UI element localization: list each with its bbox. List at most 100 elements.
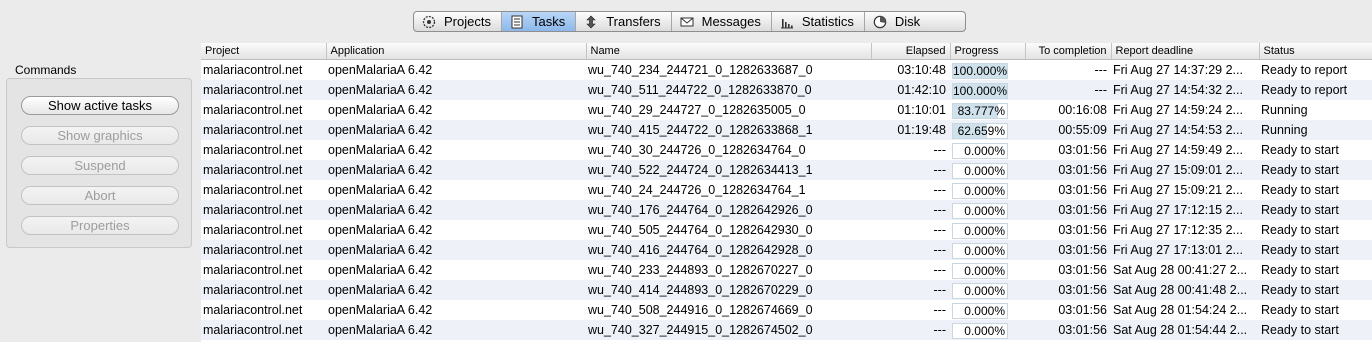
cell-elapsed: ---: [933, 223, 947, 237]
cell-name: wu_740_505_244764_0_1282642930_0: [588, 223, 813, 237]
cell-report-deadline: Sat Aug 28 01:54:24 2...: [1113, 303, 1248, 317]
abort-button[interactable]: Abort: [21, 186, 179, 205]
progress-text: 0.000%: [964, 263, 1005, 278]
table-row[interactable]: malariacontrol.net openMalariaA 6.42 wu_74…: [201, 300, 1372, 320]
table-row[interactable]: malariacontrol.net openMalariaA 6.42 wu_74…: [201, 320, 1372, 340]
cell-application: openMalariaA 6.42: [328, 63, 433, 77]
column-header-application[interactable]: Application: [326, 43, 587, 60]
cell-elapsed: ---: [933, 183, 947, 197]
column-header-progress[interactable]: Progress: [950, 43, 1026, 60]
table-row[interactable]: malariacontrol.net openMalariaA 6.42 wu_74…: [201, 280, 1372, 300]
tab-tasks[interactable]: Tasks: [501, 12, 577, 31]
column-header-status[interactable]: Status: [1259, 43, 1372, 60]
cell-project: malariacontrol.net: [203, 263, 303, 277]
cell-progress: 83.777%: [950, 100, 1025, 120]
show-graphics-button[interactable]: Show graphics: [21, 126, 179, 145]
cell-elapsed: ---: [933, 143, 947, 157]
cell-name: wu_740_30_244726_0_1282634764_0: [588, 143, 806, 157]
progress-text: 0.000%: [964, 203, 1005, 218]
cell-report-deadline: Fri Aug 27 17:12:35 2...: [1113, 223, 1243, 237]
column-header-to-completion[interactable]: To completion: [1025, 43, 1112, 60]
progress-bar: 83.777%: [952, 102, 1008, 119]
show-active-tasks-button[interactable]: Show active tasks: [21, 96, 179, 115]
cell-name: wu_740_508_244916_0_1282674669_0: [588, 303, 813, 317]
cell-to-completion: 03:01:56: [1058, 183, 1107, 197]
table-header-row: Project Application Name Elapsed Progres…: [201, 43, 1372, 60]
progress-bar: 0.000%: [952, 162, 1008, 179]
cell-application: openMalariaA 6.42: [326, 160, 586, 180]
progress-text: 0.000%: [964, 243, 1005, 258]
progress-bar: 0.000%: [952, 222, 1008, 239]
statistics-icon: [780, 18, 793, 28]
commands-title: Commands: [15, 63, 77, 77]
table-row[interactable]: malariacontrol.net openMalariaA 6.42 wu_74…: [201, 160, 1372, 180]
cell-to-completion: ---: [1025, 80, 1111, 100]
tab-label: Messages: [701, 14, 761, 29]
cell-project: malariacontrol.net: [201, 320, 326, 340]
tab-transfers[interactable]: Transfers: [576, 12, 672, 31]
cell-progress: 0.000%: [950, 200, 1025, 220]
progress-text: 83.777%: [957, 103, 1005, 118]
cell-name: wu_740_233_244893_0_1282670227_0: [588, 263, 813, 277]
column-header-report-deadline[interactable]: Report deadline: [1111, 43, 1260, 60]
progress-bar: 62.659%: [952, 122, 1008, 139]
cell-status: Ready to start: [1261, 143, 1339, 157]
table-row[interactable]: malariacontrol.net openMalariaA 6.42 wu_74…: [201, 100, 1372, 120]
cell-elapsed: ---: [871, 160, 950, 180]
progress-text: 0.000%: [964, 283, 1005, 298]
cell-elapsed: ---: [871, 280, 950, 300]
progress-text: 0.000%: [964, 143, 1005, 158]
progress-bar: 100.000%: [952, 62, 1008, 79]
column-header-name[interactable]: Name: [586, 43, 872, 60]
tab-disk[interactable]: Disk: [865, 12, 930, 31]
cell-application: openMalariaA 6.42: [326, 240, 586, 260]
tasks-table: Project Application Name Elapsed Progres…: [201, 43, 1372, 340]
tab-label: Disk: [894, 14, 921, 29]
table-row[interactable]: malariacontrol.net openMalariaA 6.42 wu_74…: [201, 140, 1372, 160]
table-row[interactable]: malariacontrol.net openMalariaA 6.42 wu_74…: [201, 180, 1372, 200]
column-header-project[interactable]: Project: [201, 43, 327, 60]
cell-elapsed: 01:19:48: [871, 120, 950, 140]
suspend-button[interactable]: Suspend: [21, 156, 179, 175]
cell-elapsed: ---: [933, 303, 947, 317]
table-row[interactable]: malariacontrol.net openMalariaA 6.42 wu_74…: [201, 240, 1372, 260]
cell-elapsed: 01:10:01: [897, 103, 946, 117]
cell-to-completion: 03:01:56: [1058, 303, 1107, 317]
properties-button[interactable]: Properties: [21, 216, 179, 235]
cell-to-completion: 03:01:56: [1025, 160, 1111, 180]
cell-name: wu_740_24_244726_0_1282634764_1: [588, 183, 806, 197]
cell-progress: 0.000%: [950, 260, 1025, 280]
tab-projects[interactable]: Projects: [414, 12, 502, 31]
progress-bar: 0.000%: [952, 182, 1008, 199]
cell-status: Ready to report: [1259, 80, 1372, 100]
table-row[interactable]: malariacontrol.net openMalariaA 6.42 wu_74…: [201, 200, 1372, 220]
transfers-icon: [586, 15, 596, 28]
cell-to-completion: ---: [1094, 63, 1108, 77]
cell-status: Ready to start: [1259, 320, 1372, 340]
cell-to-completion: 03:01:56: [1025, 320, 1111, 340]
cell-application: openMalariaA 6.42: [328, 303, 433, 317]
progress-bar: 0.000%: [952, 202, 1008, 219]
cell-report-deadline: Sat Aug 28 00:41:27 2...: [1113, 263, 1248, 277]
cell-name: wu_740_414_244893_0_1282670229_0: [586, 280, 871, 300]
column-header-elapsed[interactable]: Elapsed: [871, 43, 951, 60]
tab-statistics[interactable]: Statistics: [772, 12, 865, 31]
cell-progress: 62.659%: [950, 120, 1025, 140]
table-row[interactable]: malariacontrol.net openMalariaA 6.42 wu_74…: [201, 220, 1372, 240]
table-row[interactable]: malariacontrol.net openMalariaA 6.42 wu_74…: [201, 120, 1372, 140]
tab-messages[interactable]: Messages: [672, 12, 772, 31]
tasks-table-body: malariacontrol.net openMalariaA 6.42 wu_74…: [201, 60, 1372, 340]
projects-icon: [422, 15, 436, 28]
cell-progress: 100.000%: [950, 60, 1025, 81]
cell-status: Ready to start: [1261, 303, 1339, 317]
cell-application: openMalariaA 6.42: [328, 263, 433, 277]
progress-bar: 0.000%: [952, 142, 1008, 159]
table-row[interactable]: malariacontrol.net openMalariaA 6.42 wu_74…: [201, 60, 1372, 81]
cell-name: wu_740_522_244724_0_1282634413_1: [586, 160, 871, 180]
table-row[interactable]: malariacontrol.net openMalariaA 6.42 wu_74…: [201, 80, 1372, 100]
cell-status: Running: [1259, 120, 1372, 140]
cell-to-completion: 03:01:56: [1025, 200, 1111, 220]
cell-status: Ready to start: [1259, 200, 1372, 220]
table-row[interactable]: malariacontrol.net openMalariaA 6.42 wu_74…: [201, 260, 1372, 280]
cell-name: wu_740_511_244722_0_1282633870_0: [586, 80, 871, 100]
